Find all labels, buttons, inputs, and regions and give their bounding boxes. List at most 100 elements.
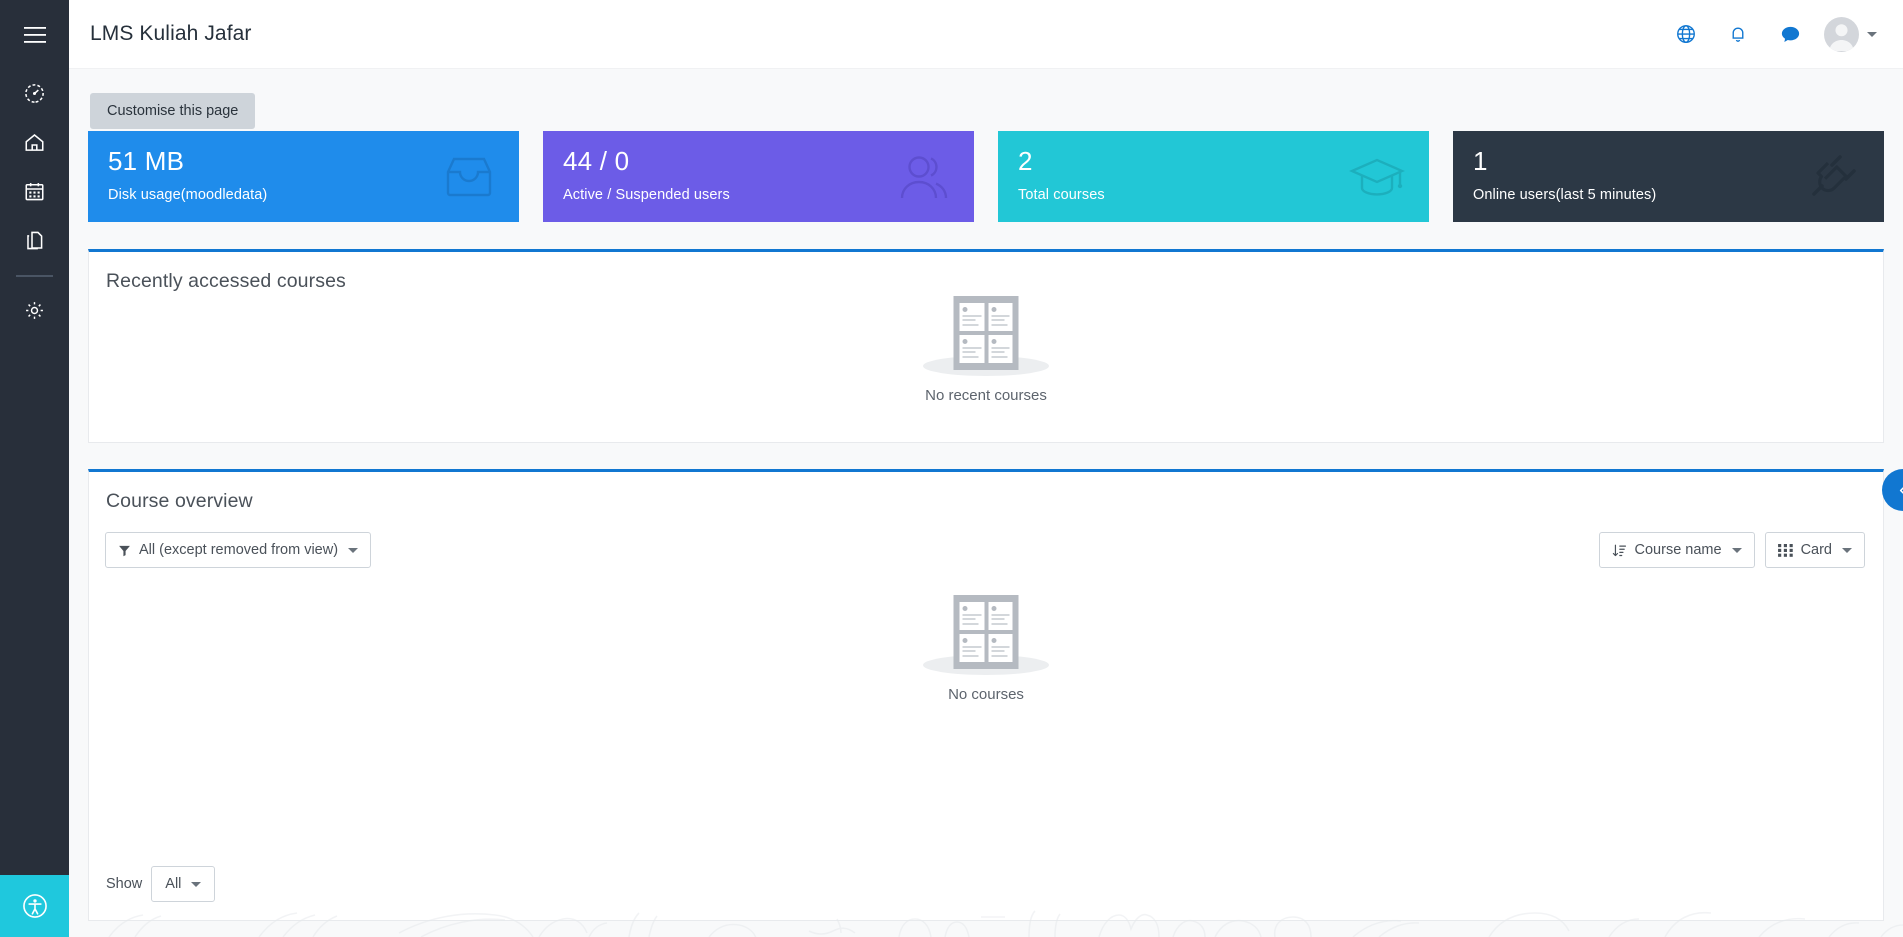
left-nav-rail [0, 0, 69, 937]
accessibility-toolbar-button[interactable] [0, 875, 69, 937]
illustration-line [991, 650, 1004, 652]
hamburger-menu-button[interactable] [0, 0, 69, 69]
filter-icon [118, 544, 131, 557]
illustration-dot [991, 307, 996, 312]
course-view-label: Card [1801, 542, 1832, 558]
illustration-dot [963, 339, 968, 344]
grid-icon [1778, 544, 1793, 557]
illustration-line [963, 319, 976, 321]
recent-courses-empty-state: No recent courses [921, 296, 1051, 404]
chevron-left-icon [1895, 482, 1903, 499]
bell-icon [1727, 23, 1749, 45]
illustration-line [991, 351, 1004, 353]
illustration-dot [991, 339, 996, 344]
sort-icon [1612, 543, 1627, 558]
course-overview-empty-state: No courses [921, 595, 1051, 703]
illustration-card [960, 634, 985, 662]
stat-cards-row: 51 MB Disk usage(moodledata) 44 / 0 Acti… [88, 131, 1884, 222]
messages-button[interactable] [1764, 9, 1816, 59]
illustration-line [963, 655, 979, 657]
illustration-line [991, 618, 1004, 620]
illustration-card [988, 335, 1013, 363]
illustration-line [963, 324, 979, 326]
accessibility-icon [22, 893, 48, 919]
sidebar-item-site-administration[interactable] [0, 286, 69, 335]
course-filter-dropdown[interactable]: All (except removed from view) [105, 532, 371, 568]
site-title: LMS Kuliah Jafar [90, 22, 252, 46]
customise-this-page-button[interactable]: Customise this page [90, 93, 255, 129]
show-count-dropdown[interactable]: All [151, 866, 215, 902]
avatar-icon [1824, 17, 1859, 52]
block-title: Course overview [89, 472, 1883, 513]
course-sort-label: Course name [1635, 542, 1722, 558]
course-overview-block: Course overview All (except removed from… [88, 469, 1884, 921]
illustration-board [954, 296, 1019, 370]
message-bubble-icon [1779, 23, 1802, 46]
illustration-card [960, 602, 985, 630]
users-icon [898, 153, 950, 201]
illustration-line [963, 618, 976, 620]
illustration-line [991, 319, 1004, 321]
stat-label: Active / Suspended users [563, 187, 954, 203]
illustration-line [991, 347, 1010, 349]
illustration-line [991, 324, 1007, 326]
sidebar-item-dashboard[interactable] [0, 69, 69, 118]
course-overview-controls: Course name Card [1599, 532, 1865, 568]
course-view-dropdown[interactable]: Card [1765, 532, 1865, 568]
inbox-tray-icon [443, 154, 495, 200]
illustration-line [963, 650, 976, 652]
graduation-cap-icon [1349, 155, 1405, 199]
illustration-line [963, 315, 982, 317]
power-plug-icon [1810, 153, 1860, 201]
illustration-card [988, 602, 1013, 630]
block-title: Recently accessed courses [89, 252, 1883, 293]
illustration-line [991, 655, 1007, 657]
course-sort-dropdown[interactable]: Course name [1599, 532, 1755, 568]
sidebar-item-private-files[interactable] [0, 216, 69, 265]
illustration-line [963, 614, 982, 616]
course-filter-label: All (except removed from view) [139, 542, 338, 558]
calendar-icon [23, 180, 46, 203]
notifications-button[interactable] [1712, 9, 1764, 59]
chevron-down-icon [191, 882, 201, 887]
user-menu-caret[interactable] [1859, 14, 1885, 54]
empty-state-text: No courses [948, 686, 1024, 703]
stat-label: Disk usage(moodledata) [108, 187, 499, 203]
illustration-card [988, 303, 1013, 331]
rail-divider [16, 275, 53, 277]
illustration-dot [963, 606, 968, 611]
stat-card-disk-usage[interactable]: 51 MB Disk usage(moodledata) [88, 131, 519, 222]
show-count-value: All [165, 876, 181, 892]
stat-card-total-courses[interactable]: 2 Total courses [998, 131, 1429, 222]
globe-icon [1675, 23, 1697, 45]
sidebar-item-calendar[interactable] [0, 167, 69, 216]
illustration-card [960, 335, 985, 363]
user-avatar[interactable] [1824, 17, 1859, 52]
illustration-dot [991, 638, 996, 643]
recently-accessed-courses-block: Recently accessed courses [88, 249, 1884, 443]
language-menu-button[interactable] [1660, 9, 1712, 59]
illustration-board [954, 595, 1019, 669]
stat-card-online-users[interactable]: 1 Online users(last 5 minutes) [1453, 131, 1884, 222]
illustration-card [988, 634, 1013, 662]
drawer-toggle-button[interactable] [1882, 469, 1903, 511]
stat-value: 51 MB [108, 145, 499, 178]
show-count-row: Show All [106, 866, 215, 902]
stat-card-active-users[interactable]: 44 / 0 Active / Suspended users [543, 131, 974, 222]
page-header: LMS Kuliah Jafar [69, 0, 1903, 69]
home-icon [23, 131, 46, 154]
show-label: Show [106, 876, 142, 892]
stat-value: 1 [1473, 145, 1864, 178]
illustration-line [963, 351, 976, 353]
header-actions [1660, 9, 1903, 59]
stat-value: 44 / 0 [563, 145, 954, 178]
illustration-line [991, 623, 1007, 625]
hamburger-menu-icon [24, 27, 46, 43]
illustration-dot [963, 638, 968, 643]
sidebar-item-site-home[interactable] [0, 118, 69, 167]
illustration-line [991, 646, 1010, 648]
illustration-line [963, 623, 979, 625]
illustration-line [991, 315, 1010, 317]
chevron-down-icon [348, 548, 358, 553]
chevron-down-icon [1867, 32, 1877, 37]
